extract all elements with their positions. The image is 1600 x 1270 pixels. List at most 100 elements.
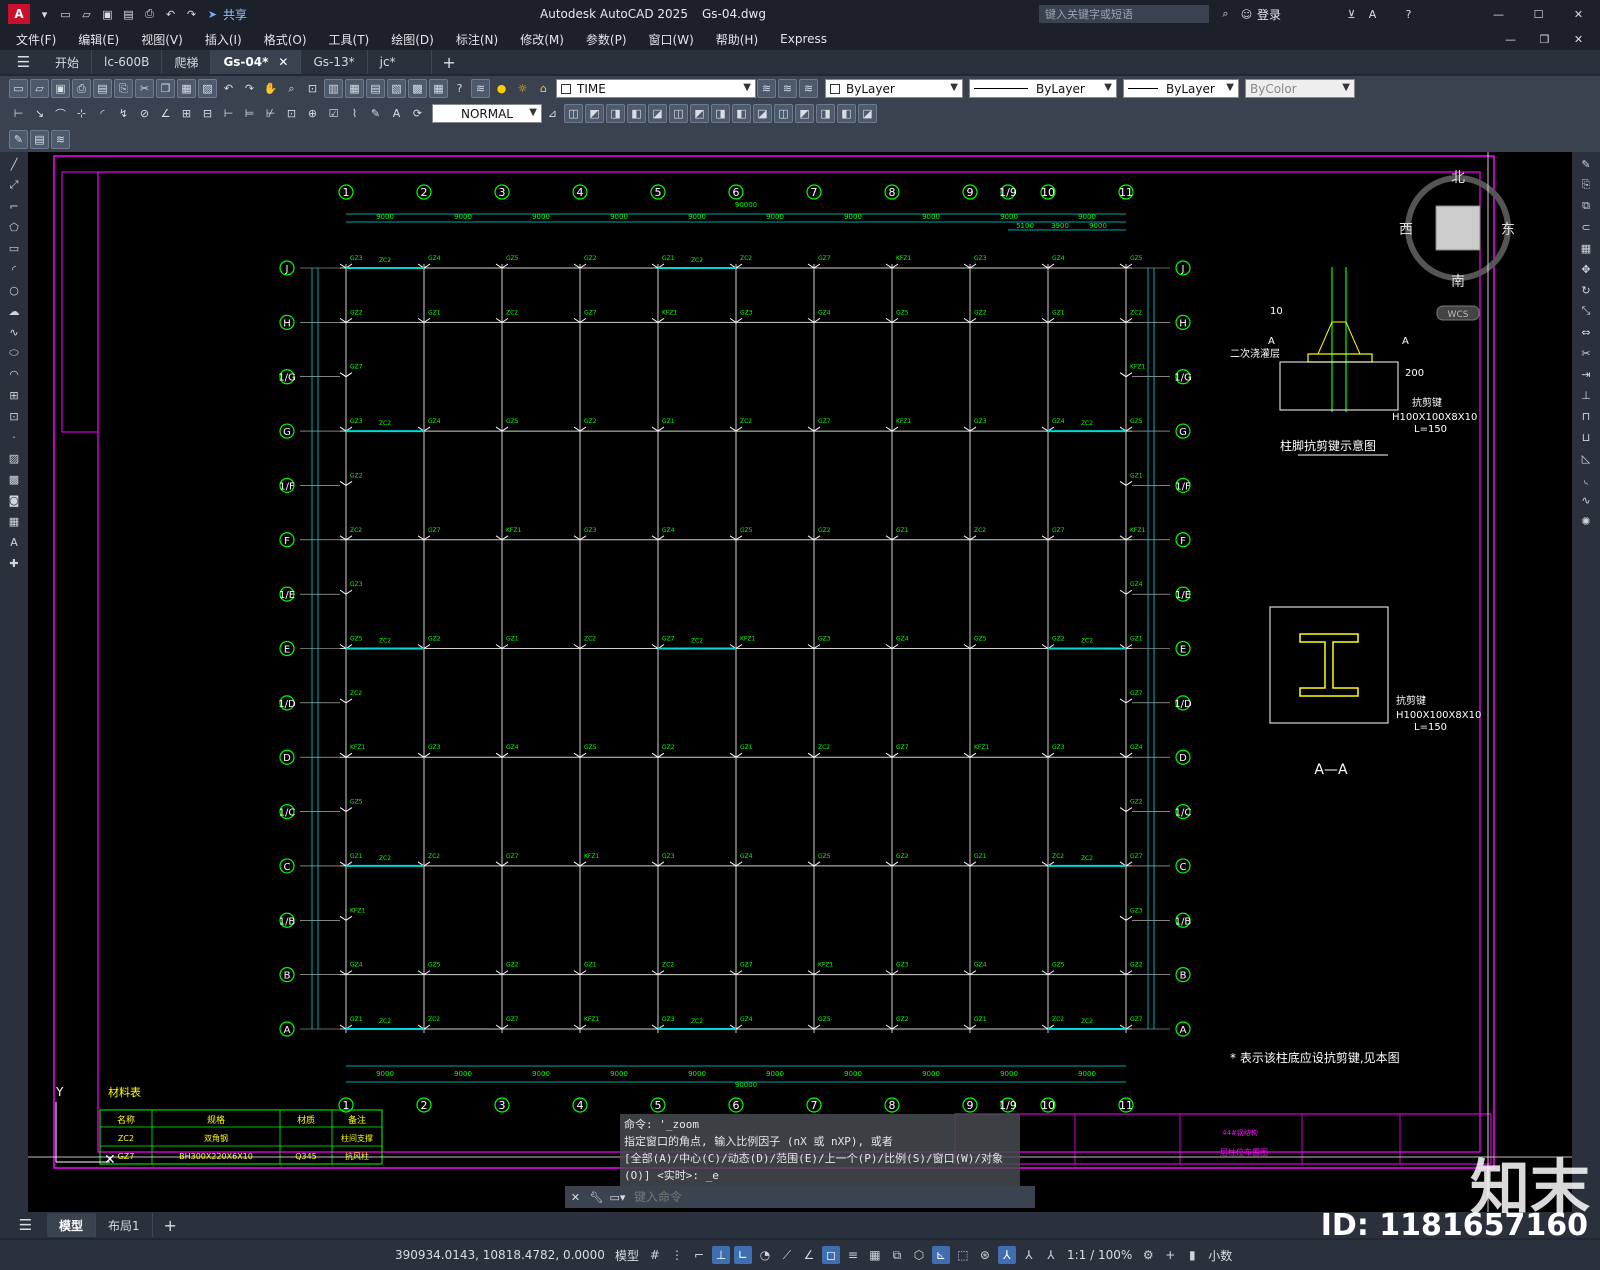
- table-icon[interactable]: ▦: [4, 512, 24, 530]
- design-center-icon[interactable]: ▦: [345, 79, 364, 98]
- construction-line-icon[interactable]: ⤢: [4, 176, 24, 194]
- plotstyle-dropdown[interactable]: ByColor ▼: [1245, 79, 1355, 98]
- trim-icon[interactable]: ✂: [1576, 344, 1596, 362]
- help-icon[interactable]: ?: [1399, 5, 1418, 24]
- add-selected-icon[interactable]: ✚: [4, 554, 24, 572]
- workspace-gear-icon[interactable]: ⚙: [1139, 1246, 1157, 1264]
- menu-tools[interactable]: 工具(T): [329, 31, 370, 48]
- annotation-scale-value[interactable]: 1:1 / 100%: [1067, 1248, 1132, 1262]
- dim-space-icon[interactable]: ⊨: [240, 104, 259, 123]
- tab-gs-13[interactable]: Gs-13*: [301, 50, 368, 74]
- maximize-icon[interactable]: ☐: [1529, 5, 1548, 24]
- intersect-icon[interactable]: ◫: [669, 104, 688, 123]
- point-icon[interactable]: ·: [4, 428, 24, 446]
- cart-icon[interactable]: ⊻: [1342, 5, 1361, 24]
- ordinate-dim-icon[interactable]: ⊹: [72, 104, 91, 123]
- recent-commands-icon[interactable]: ▭▾: [608, 1188, 627, 1207]
- sheet-set-icon[interactable]: ▧: [387, 79, 406, 98]
- autodesk-app-icon[interactable]: A: [1363, 5, 1382, 24]
- print-icon[interactable]: ⎙: [72, 79, 91, 98]
- new-layout-icon[interactable]: +: [161, 1216, 180, 1235]
- tab-ladder[interactable]: 爬梯: [162, 50, 212, 74]
- search-icon[interactable]: ⌕: [1216, 5, 1235, 24]
- ortho-icon[interactable]: ∟: [733, 1246, 752, 1264]
- make-block-icon[interactable]: ⊡: [4, 407, 24, 425]
- polyline-icon[interactable]: ⌐: [4, 197, 24, 215]
- baseline-dim-icon[interactable]: ⊟: [198, 104, 217, 123]
- jogged-dim-icon[interactable]: ↯: [114, 104, 133, 123]
- extend-icon[interactable]: ⇥: [1576, 365, 1596, 383]
- layer-lock-icon[interactable]: ⌂: [534, 79, 553, 98]
- isodraft-icon[interactable]: ⟋: [778, 1246, 796, 1264]
- imprint-icon[interactable]: ◧: [837, 104, 856, 123]
- aligned-dim-icon[interactable]: ↘: [30, 104, 49, 123]
- new-file-icon[interactable]: ▭: [56, 5, 75, 24]
- menu-edit[interactable]: 编辑(E): [78, 31, 119, 48]
- doc-close-icon[interactable]: ✕: [1569, 30, 1588, 49]
- layout-menu-icon[interactable]: ☰: [16, 1216, 35, 1235]
- layer-states-icon[interactable]: ≋: [799, 79, 818, 98]
- model-space-toggle[interactable]: 模型: [615, 1247, 639, 1264]
- units-icon[interactable]: ▮: [1183, 1246, 1201, 1264]
- selection-cycling-icon[interactable]: ⧉: [888, 1246, 906, 1264]
- menu-express[interactable]: Express: [780, 32, 827, 46]
- lineweight-icon[interactable]: ≡: [844, 1246, 862, 1264]
- jogged-linear-icon[interactable]: ⌇: [345, 104, 364, 123]
- subtract-icon[interactable]: ◪: [648, 104, 667, 123]
- copy-icon[interactable]: ❐: [156, 79, 175, 98]
- ellipse-icon[interactable]: ⬭: [4, 344, 24, 362]
- gizmo-icon[interactable]: ⊛: [976, 1246, 994, 1264]
- save-icon[interactable]: ▣: [98, 5, 117, 24]
- hatch-icon[interactable]: ▨: [4, 449, 24, 467]
- snap-icon[interactable]: ⋮: [668, 1246, 686, 1264]
- layer-walk-icon[interactable]: ≋: [51, 129, 70, 149]
- menu-draw[interactable]: 绘图(D): [391, 31, 434, 48]
- pan-icon[interactable]: ✋: [261, 79, 280, 98]
- grid-icon[interactable]: #: [646, 1246, 664, 1264]
- make-current-icon[interactable]: ≋: [757, 79, 776, 98]
- help-toolbar-icon[interactable]: ?: [450, 79, 469, 98]
- scale-icon[interactable]: ⤡: [1576, 302, 1596, 320]
- tab-gs-04[interactable]: Gs-04* ✕: [211, 50, 302, 74]
- center-mark-icon[interactable]: ⊕: [303, 104, 322, 123]
- tab-close-icon[interactable]: ✕: [278, 55, 288, 69]
- section-icon[interactable]: ◪: [753, 104, 772, 123]
- separate-icon[interactable]: ◪: [858, 104, 877, 123]
- tab-start[interactable]: 开始: [43, 50, 93, 74]
- circle-icon[interactable]: ○: [4, 281, 24, 299]
- plot-icon[interactable]: ⎙: [140, 5, 159, 24]
- gradient-icon[interactable]: ▩: [4, 470, 24, 488]
- command-input[interactable]: [628, 1187, 1035, 1207]
- slice-icon[interactable]: ◧: [732, 104, 751, 123]
- spline-icon[interactable]: ∿: [4, 323, 24, 341]
- erase-icon[interactable]: ✎: [1576, 155, 1596, 173]
- line-icon[interactable]: ╱: [4, 155, 24, 173]
- undo-icon[interactable]: ↶: [161, 5, 180, 24]
- radius-dim-icon[interactable]: ◜: [93, 104, 112, 123]
- explode-icon[interactable]: ✺: [1576, 512, 1596, 530]
- annotation-scale-icon[interactable]: ⅄: [1042, 1246, 1060, 1264]
- tab-jc[interactable]: jc*: [368, 50, 432, 74]
- dynamic-input-icon[interactable]: ⊥: [711, 1246, 730, 1264]
- revcloud-icon[interactable]: ☁: [4, 302, 24, 320]
- menu-format[interactable]: 格式(O): [264, 31, 307, 48]
- tolerance-icon[interactable]: ⊡: [282, 104, 301, 123]
- ellipse-arc-icon[interactable]: ◠: [4, 365, 24, 383]
- array-icon[interactable]: ▦: [1576, 239, 1596, 257]
- properties-icon[interactable]: ▥: [324, 79, 343, 98]
- markup-icon[interactable]: ▩: [408, 79, 427, 98]
- revolve-icon[interactable]: ◨: [711, 104, 730, 123]
- hamburger-menu-icon[interactable]: ☰: [14, 53, 33, 72]
- new-tab-icon[interactable]: +: [440, 53, 459, 72]
- close-icon[interactable]: ✕: [1569, 5, 1588, 24]
- linear-dim-icon[interactable]: ⊢: [9, 104, 28, 123]
- angular-dim-icon[interactable]: ∠: [156, 104, 175, 123]
- redo-toolbar-icon[interactable]: ↷: [240, 79, 259, 98]
- dim-break-icon[interactable]: ⊬: [261, 104, 280, 123]
- menu-help[interactable]: 帮助(H): [716, 31, 758, 48]
- dim-style-icon[interactable]: ⊿: [543, 104, 562, 123]
- rectangle-icon[interactable]: ▭: [4, 239, 24, 257]
- mirror-icon[interactable]: ⧉: [1576, 197, 1596, 215]
- tab-layout1[interactable]: 布局1: [96, 1213, 153, 1237]
- region-icon[interactable]: ◙: [4, 491, 24, 509]
